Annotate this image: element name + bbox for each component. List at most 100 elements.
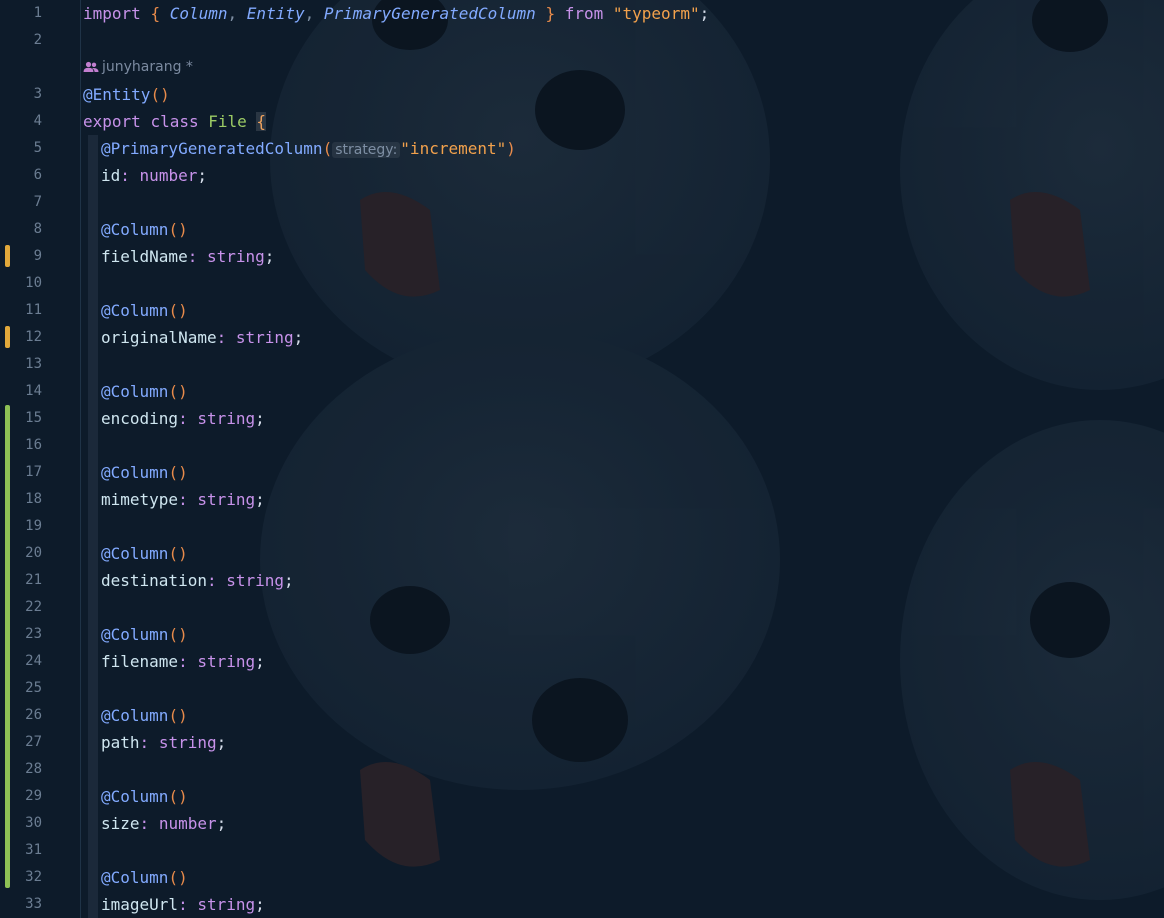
call-parens: () bbox=[168, 382, 188, 401]
line-number: 5 bbox=[33, 140, 42, 156]
property-name: mimetype bbox=[101, 490, 179, 509]
line-number: 2 bbox=[33, 32, 42, 48]
code-line-30[interactable]: size: number; bbox=[101, 810, 226, 837]
close-paren: ) bbox=[506, 139, 516, 158]
string-literal: "increment" bbox=[400, 139, 507, 158]
semicolon: ; bbox=[293, 328, 304, 347]
property-name: size bbox=[101, 814, 140, 833]
property-name: encoding bbox=[101, 409, 179, 428]
code-line-12[interactable]: originalName: string; bbox=[101, 324, 303, 351]
property-name: path bbox=[101, 733, 140, 752]
code-line-23[interactable]: @Column() bbox=[101, 621, 188, 648]
call-parens: () bbox=[168, 706, 188, 725]
code-line-18[interactable]: mimetype: string; bbox=[101, 486, 265, 513]
line-number: 3 bbox=[33, 86, 42, 102]
code-line-9[interactable]: fieldName: string; bbox=[101, 243, 274, 270]
import-name: Entity bbox=[246, 4, 305, 23]
semicolon: ; bbox=[197, 166, 207, 185]
property-name: filename bbox=[101, 652, 179, 671]
type-name: string bbox=[197, 490, 256, 509]
indent-guide bbox=[88, 135, 98, 918]
code-line-8[interactable]: @Column() bbox=[101, 216, 188, 243]
type-name: number bbox=[139, 166, 198, 185]
semicolon: ; bbox=[264, 247, 275, 266]
code-line-4[interactable]: export class File { bbox=[83, 108, 267, 135]
decorator: @Column bbox=[101, 787, 169, 806]
keyword: from bbox=[564, 4, 604, 23]
brace: { bbox=[150, 4, 161, 23]
type-name: string bbox=[197, 652, 256, 671]
type-name: string bbox=[226, 571, 285, 590]
type-name: string bbox=[235, 328, 294, 347]
code-line-24[interactable]: filename: string; bbox=[101, 648, 265, 675]
semicolon: ; bbox=[255, 490, 265, 509]
decorator: @Column bbox=[101, 625, 169, 644]
semicolon: ; bbox=[284, 571, 294, 590]
line-number: 4 bbox=[33, 113, 42, 129]
call-parens: () bbox=[168, 625, 188, 644]
line-number: 7 bbox=[33, 194, 42, 210]
decorator: @Column bbox=[101, 463, 169, 482]
code-line-32[interactable]: @Column() bbox=[101, 864, 188, 891]
code-line-14[interactable]: @Column() bbox=[101, 378, 188, 405]
call-parens: () bbox=[168, 868, 188, 887]
code-editor[interactable]: 1 2 3 4 5 6 7 8 9 10 11 12 13 14 15 16 1… bbox=[0, 0, 1164, 918]
keyword: export bbox=[83, 112, 141, 131]
code-line-21[interactable]: destination: string; bbox=[101, 567, 294, 594]
line-number: 1 bbox=[33, 5, 42, 21]
code-line-1[interactable]: import { Column, Entity, PrimaryGenerate… bbox=[83, 0, 709, 27]
line-number-gutter: 1 2 3 4 5 6 7 8 9 10 11 12 13 14 15 16 1… bbox=[0, 0, 80, 918]
import-name: Column bbox=[169, 4, 228, 23]
code-line-3[interactable]: @Entity() bbox=[83, 81, 170, 108]
decorator: @Column bbox=[101, 382, 169, 401]
keyword: class bbox=[150, 112, 199, 131]
semicolon: ; bbox=[216, 733, 227, 752]
semicolon: ; bbox=[255, 895, 265, 914]
code-line-29[interactable]: @Column() bbox=[101, 783, 188, 810]
import-name: PrimaryGeneratedColumn bbox=[323, 4, 536, 23]
decorator: @Column bbox=[101, 706, 169, 725]
call-parens: () bbox=[168, 463, 188, 482]
call-parens: () bbox=[168, 301, 188, 320]
property-name: originalName bbox=[101, 328, 217, 347]
gutter-divider bbox=[80, 0, 81, 918]
property-name: fieldName bbox=[101, 247, 188, 266]
decorator: @PrimaryGeneratedColumn bbox=[101, 139, 323, 158]
modified-line-marker[interactable] bbox=[5, 245, 10, 267]
line-number: 6 bbox=[33, 167, 42, 183]
added-lines-marker[interactable] bbox=[5, 405, 10, 888]
type-name: number bbox=[158, 814, 217, 833]
semicolon: ; bbox=[699, 4, 710, 23]
call-parens: () bbox=[168, 220, 188, 239]
code-line-5[interactable]: @PrimaryGeneratedColumn(strategy: "increm… bbox=[101, 135, 516, 162]
decorator: @Column bbox=[101, 301, 169, 320]
line-number: 13 bbox=[25, 356, 42, 372]
modified-line-marker[interactable] bbox=[5, 326, 10, 348]
code-line-11[interactable]: @Column() bbox=[101, 297, 188, 324]
users-icon bbox=[83, 61, 99, 72]
brace: { bbox=[256, 112, 267, 131]
call-parens: () bbox=[168, 787, 188, 806]
type-name: string bbox=[206, 247, 265, 266]
code-line-6[interactable]: id: number; bbox=[101, 162, 207, 189]
decorator: @Column bbox=[101, 868, 169, 887]
code-line-33[interactable]: imageUrl: string; bbox=[101, 891, 265, 918]
line-number: 11 bbox=[25, 302, 42, 318]
keyword: import bbox=[83, 4, 141, 23]
property-name: destination bbox=[101, 571, 207, 590]
brace: } bbox=[545, 4, 556, 23]
modified-mark: * bbox=[185, 59, 193, 75]
codelens-author[interactable]: junyharang * bbox=[83, 54, 193, 81]
author-name: junyharang bbox=[102, 59, 182, 75]
class-name: File bbox=[208, 112, 247, 131]
line-number: 14 bbox=[25, 383, 42, 399]
code-line-27[interactable]: path: string; bbox=[101, 729, 226, 756]
parameter-hint: strategy: bbox=[332, 142, 401, 158]
line-number: 10 bbox=[25, 275, 42, 291]
code-line-17[interactable]: @Column() bbox=[101, 459, 188, 486]
code-line-20[interactable]: @Column() bbox=[101, 540, 188, 567]
code-line-15[interactable]: encoding: string; bbox=[101, 405, 265, 432]
line-number: 33 bbox=[25, 896, 42, 912]
type-name: string bbox=[158, 733, 217, 752]
code-line-26[interactable]: @Column() bbox=[101, 702, 188, 729]
